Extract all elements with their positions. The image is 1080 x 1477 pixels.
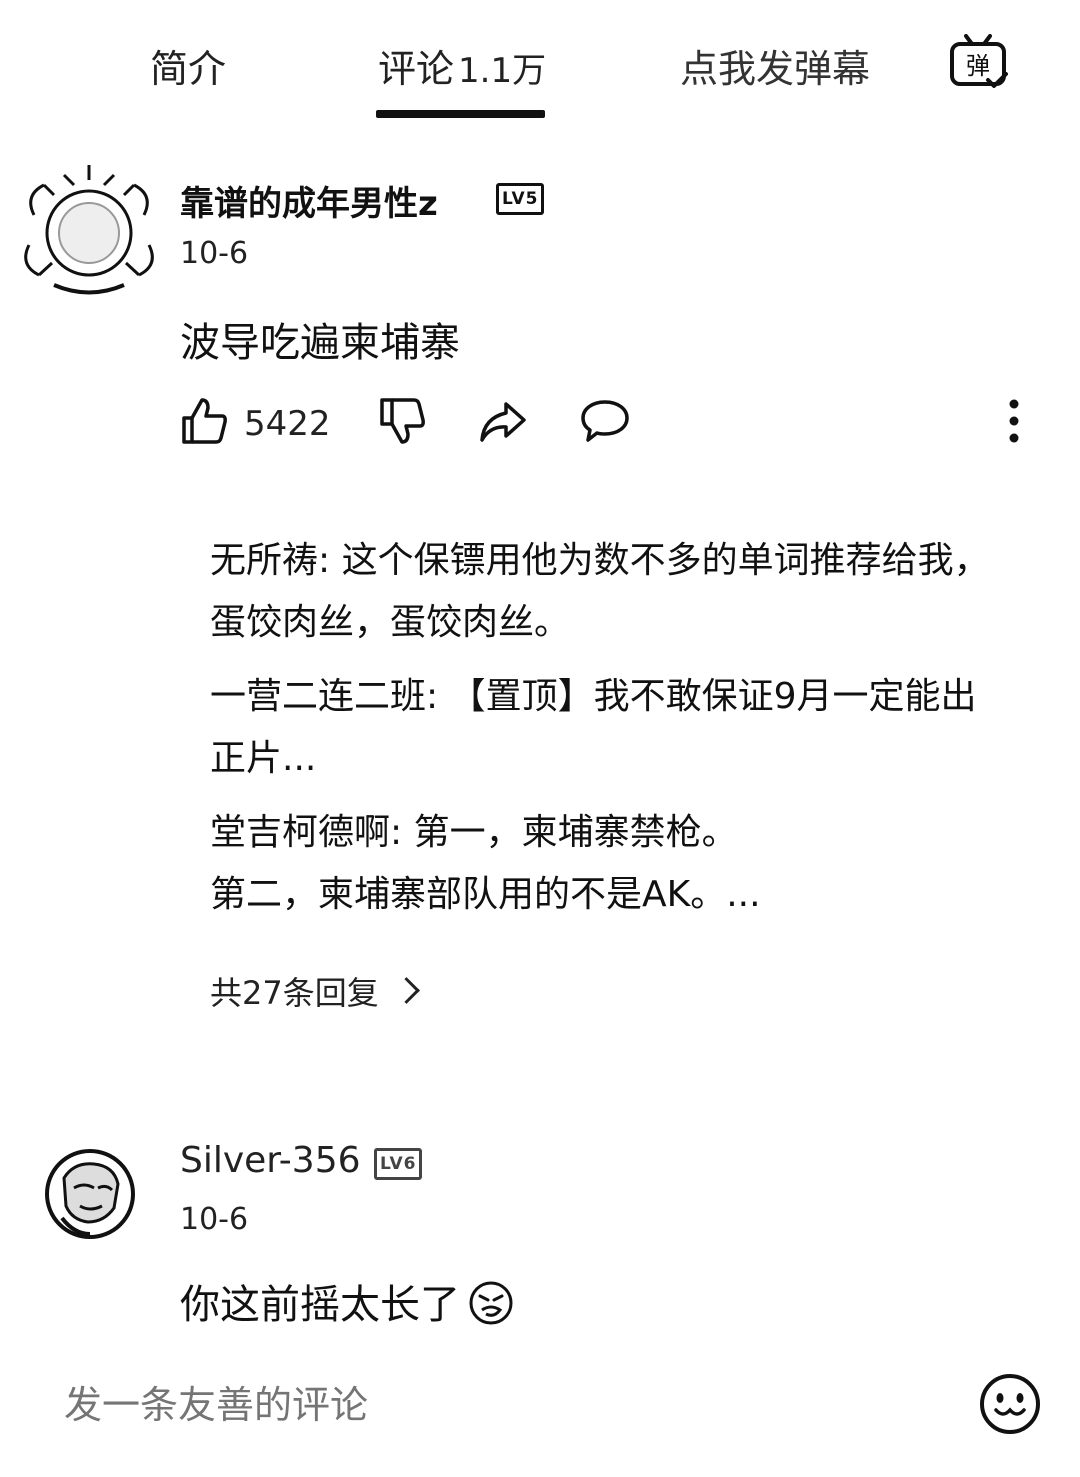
comment-actions: 5422 xyxy=(180,396,1050,452)
chevron-right-icon xyxy=(392,977,420,1004)
comment-date: 10-6 xyxy=(180,236,249,271)
reply-author: 无所祷 xyxy=(210,540,319,581)
tab-bar: 简介 评论 1.1万 点我发弹幕 弹 xyxy=(0,0,1080,120)
comment-text: 你这前摇太长了 xyxy=(180,1272,514,1330)
comment-text: 波导吃遍柬埔寨 xyxy=(180,320,460,366)
tab-comments-count: 1.1万 xyxy=(458,51,547,91)
comment-username[interactable]: 靠谱的成年男性z xyxy=(180,176,438,225)
tab-intro[interactable]: 简介 xyxy=(150,38,226,93)
reply-preview-list[interactable]: 无所祷: 这个保镖用他为数不多的单词推荐给我，蛋饺肉丝，蛋饺肉丝。 一营二连二班… xyxy=(210,530,990,938)
emoji-icon[interactable] xyxy=(978,1372,1042,1436)
comment-composer xyxy=(0,1360,1080,1477)
sticker-emoji-icon xyxy=(468,1280,514,1326)
reply-count-label: 共27条回复 xyxy=(210,974,379,1012)
view-all-replies-link[interactable]: 共27条回复 xyxy=(210,968,420,1014)
thumbs-down-icon[interactable] xyxy=(378,396,426,446)
danmaku-icon[interactable]: 弹 xyxy=(948,34,1010,92)
avatar[interactable] xyxy=(44,1148,136,1240)
comment-text-body: 你这前摇太长了 xyxy=(180,1282,460,1328)
active-tab-indicator xyxy=(376,110,545,118)
comment-date: 10-6 xyxy=(180,1202,249,1237)
reply-preview: 堂吉柯德啊: 第一，柬埔寨禁枪。 第二，柬埔寨部队用的不是AK。... xyxy=(210,802,990,926)
reply-preview: 无所祷: 这个保镖用他为数不多的单词推荐给我，蛋饺肉丝，蛋饺肉丝。 xyxy=(210,530,990,654)
level-badge: LV6 xyxy=(374,1148,423,1180)
comment-username[interactable]: Silver-356 xyxy=(180,1140,361,1181)
reply-author: 堂吉柯德啊 xyxy=(210,812,391,853)
level-badge: LV5 xyxy=(496,183,545,215)
svg-text:弹: 弹 xyxy=(966,52,990,80)
tab-comments-label: 评论 xyxy=(378,47,455,91)
share-icon[interactable] xyxy=(478,396,528,446)
reply-author: 一营二连二班 xyxy=(210,676,427,717)
avatar[interactable] xyxy=(14,155,164,305)
more-vertical-icon[interactable] xyxy=(1006,396,1022,446)
tab-comments[interactable]: 评论 1.1万 xyxy=(378,38,546,93)
thumbs-up-icon[interactable] xyxy=(180,396,228,446)
send-danmaku-button[interactable]: 点我发弹幕 xyxy=(680,38,870,93)
comment-input[interactable] xyxy=(62,1382,766,1428)
like-count: 5422 xyxy=(244,404,331,444)
reply-preview: 一营二连二班: 【置顶】我不敢保证9月一定能出正片... xyxy=(210,666,990,790)
reply-text: : 这个保镖用他为数不多的单词推荐给我，蛋饺肉丝，蛋饺肉丝。 xyxy=(210,540,990,643)
reply-bubble-icon[interactable] xyxy=(580,396,630,446)
